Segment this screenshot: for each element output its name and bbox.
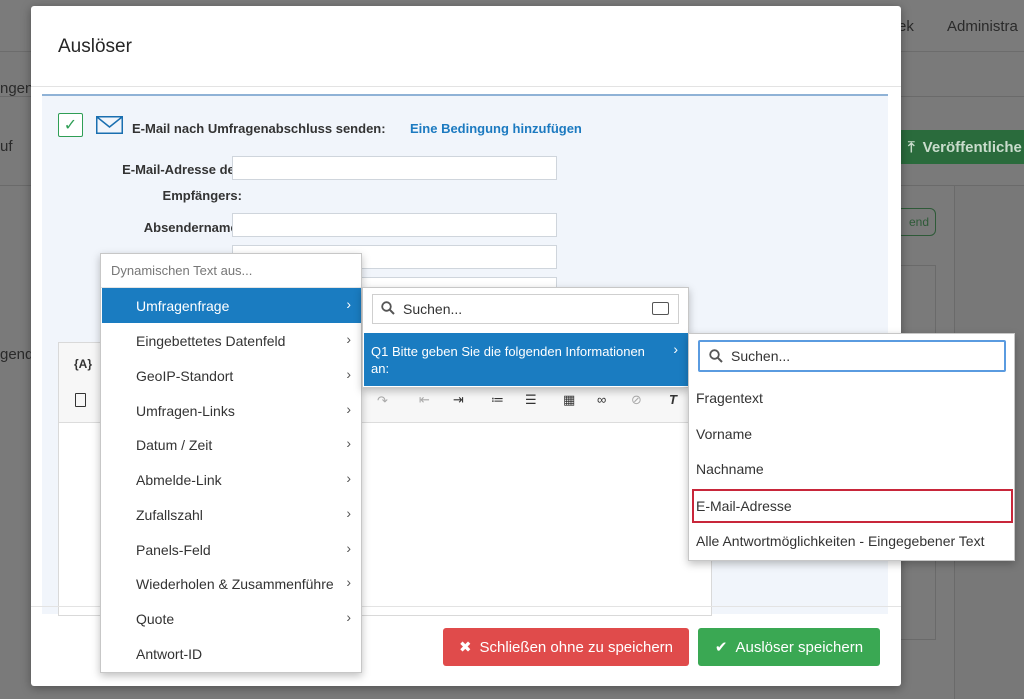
email-trigger-label: E-Mail nach Umfragenabschluss senden: xyxy=(132,121,386,136)
recipient-email-input[interactable] xyxy=(232,156,557,180)
chevron-right-icon: › xyxy=(346,609,351,625)
save-trigger-button[interactable]: ✔ Auslöser speichern xyxy=(698,628,880,666)
menu-item-wiederholen-zusammenfuehren[interactable]: Wiederholen & Zusammenführe › xyxy=(102,566,361,601)
background-publish-label: Veröffentliche xyxy=(922,138,1022,156)
field-item-fragentext[interactable]: Fragentext xyxy=(690,381,1014,415)
background-text: gend xyxy=(0,346,34,363)
menu-item-abmelde-link[interactable]: Abmelde-Link › xyxy=(102,462,361,497)
bullet-list-icon[interactable]: ☰ xyxy=(525,392,537,408)
menu-item-zufallszahl[interactable]: Zufallszahl › xyxy=(102,497,361,532)
background-text: uf xyxy=(0,138,13,155)
id-card-icon xyxy=(652,302,669,315)
question-search-placeholder: Suchen... xyxy=(403,301,463,317)
close-without-saving-button[interactable]: ✖ Schließen ohne zu speichern xyxy=(443,628,689,666)
search-icon xyxy=(381,301,395,315)
document-icon[interactable] xyxy=(75,393,86,407)
field-item-alle-antwortmoeglichkeiten[interactable]: Alle Antwortmöglichkeiten - Eingegebener… xyxy=(690,524,1014,558)
unlink-icon[interactable]: ⊘ xyxy=(631,392,642,408)
menu-item-label: Datum / Zeit xyxy=(136,436,213,453)
add-condition-link[interactable]: Eine Bedingung hinzufügen xyxy=(410,121,582,136)
trigger-enabled-checkbox[interactable]: ✓ xyxy=(58,113,83,137)
menu-item-label: Panels-Feld xyxy=(136,541,211,558)
dynamic-text-button[interactable]: {A} xyxy=(74,357,92,371)
check-icon: ✓ xyxy=(63,117,78,134)
chevron-right-icon: › xyxy=(346,574,351,590)
close-icon: ✖ xyxy=(458,639,472,656)
chevron-right-icon: › xyxy=(346,296,351,312)
chevron-right-icon: › xyxy=(346,435,351,451)
numbered-list-icon[interactable]: ≔ xyxy=(491,392,504,408)
field-search-input[interactable]: Suchen... xyxy=(698,340,1006,372)
menu-item-umfragenfrage[interactable]: Umfragenfrage › xyxy=(102,288,361,323)
modal-header-divider xyxy=(31,86,901,87)
chevron-right-icon: › xyxy=(346,331,351,347)
field-item-vorname[interactable]: Vorname xyxy=(690,417,1014,451)
background-text: ngen xyxy=(0,80,34,97)
link-icon[interactable]: ∞ xyxy=(597,392,606,407)
menu-item-umfragen-links[interactable]: Umfragen-Links › xyxy=(102,393,361,428)
chevron-right-icon: › xyxy=(346,401,351,417)
question-search-input[interactable]: Suchen... xyxy=(372,294,679,324)
menu-item-antwort-id[interactable]: Antwort-ID xyxy=(102,636,361,671)
search-icon xyxy=(709,349,723,363)
question-item-q1[interactable]: Q1 Bitte geben Sie die folgenden Informa… xyxy=(364,333,688,386)
menu-item-label: GeoIP-Standort xyxy=(136,367,234,384)
sender-name-label: Absendername: xyxy=(143,220,242,235)
field-search-placeholder: Suchen... xyxy=(731,348,791,364)
upload-icon: ⤒ xyxy=(908,138,915,156)
outdent-icon[interactable]: ⇤ xyxy=(419,392,430,408)
chevron-right-icon: › xyxy=(346,540,351,556)
question-submenu: Suchen... Q1 Bitte geben Sie die folgend… xyxy=(362,287,689,388)
menu-item-label: Abmelde-Link xyxy=(136,471,222,488)
background-nav-item: Administra xyxy=(947,18,1018,35)
background-publish-button: ⤒ Veröffentliche xyxy=(898,130,1024,164)
chevron-right-icon: › xyxy=(673,341,678,357)
clear-format-icon[interactable]: T xyxy=(669,392,677,407)
recipient-email-label-line2: Empfängers: xyxy=(162,188,242,203)
menu-item-label: Antwort-ID xyxy=(136,645,203,662)
table-icon[interactable]: ▦ xyxy=(563,392,575,408)
dynamic-text-menu-header: Dynamischen Text aus... xyxy=(111,263,253,278)
field-item-nachname[interactable]: Nachname xyxy=(690,452,1014,486)
menu-item-label: Quote xyxy=(136,610,175,627)
menu-item-label: Umfragen-Links xyxy=(136,402,235,419)
menu-item-quote[interactable]: Quote › xyxy=(102,601,361,636)
recipient-email-label-line1: E-Mail-Adresse des xyxy=(122,162,242,177)
envelope-icon xyxy=(96,116,123,134)
menu-item-label: Zufallszahl xyxy=(136,506,203,523)
redo-icon[interactable]: ↷ xyxy=(377,393,388,409)
modal-title: Auslöser xyxy=(58,36,132,57)
menu-item-datum-zeit[interactable]: Datum / Zeit › xyxy=(102,427,361,462)
menu-item-geoip-standort[interactable]: GeoIP-Standort › xyxy=(102,358,361,393)
field-item-email-address[interactable]: E-Mail-Adresse xyxy=(692,489,1013,523)
chevron-right-icon: › xyxy=(346,505,351,521)
chevron-right-icon: › xyxy=(346,470,351,486)
chevron-right-icon: › xyxy=(346,366,351,382)
menu-item-label: Wiederholen & Zusammenführe xyxy=(136,575,334,592)
dynamic-text-menu: Dynamischen Text aus... Umfragenfrage › E… xyxy=(100,253,362,673)
menu-item-panels-feld[interactable]: Panels-Feld › xyxy=(102,532,361,567)
indent-icon[interactable]: ⇥ xyxy=(453,392,464,408)
menu-item-eingebettetes-datenfeld[interactable]: Eingebettetes Datenfeld › xyxy=(102,323,361,358)
field-submenu: Suchen... Fragentext Vorname Nachname E-… xyxy=(688,333,1015,561)
sender-name-input[interactable] xyxy=(232,213,557,237)
menu-item-label: Umfragenfrage xyxy=(136,297,230,314)
question-item-label: Q1 Bitte geben Sie die folgenden Informa… xyxy=(371,344,645,376)
save-trigger-label: Auslöser speichern xyxy=(735,638,864,656)
background-badge: end xyxy=(896,208,936,236)
check-icon: ✔ xyxy=(714,639,728,656)
menu-item-label: Eingebettetes Datenfeld xyxy=(136,332,286,349)
close-without-saving-label: Schließen ohne zu speichern xyxy=(479,638,674,656)
